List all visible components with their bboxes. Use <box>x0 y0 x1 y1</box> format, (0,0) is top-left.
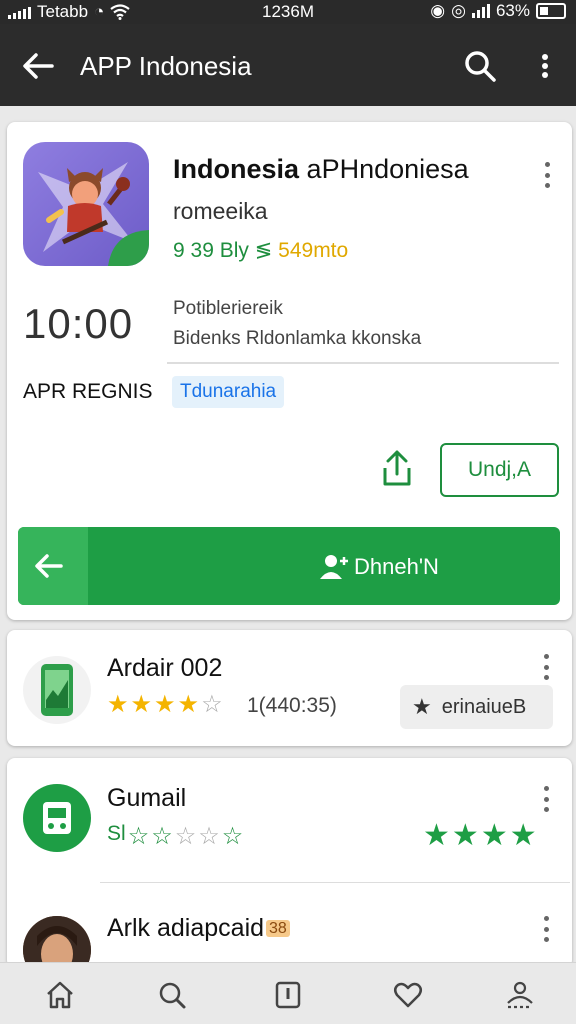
rate-button-label: erinaiueB <box>441 695 527 718</box>
list-group: Gumail Sl ☆ ☆ ☆ ☆ ☆ ★ ★ ★ ★ Arlk adiapca… <box>7 758 572 968</box>
star-icon: ★ <box>423 819 450 852</box>
star-empty-icon: ☆ <box>221 823 244 850</box>
time-display: 10:00 <box>23 300 134 347</box>
star-rating-large: ★ ★ ★ ★ <box>423 818 537 853</box>
cell-signal-icon <box>471 4 490 18</box>
description-line-2: Bidenks Rldonlamka kkonska <box>173 328 422 349</box>
wishlist-icon[interactable] <box>392 979 424 1011</box>
app-name: Indonesia aPHndoniesa <box>173 154 469 184</box>
battery-percent: 63% <box>495 1 530 20</box>
divider <box>167 362 559 364</box>
star-icon: ★ <box>480 819 508 852</box>
list-item-subtitle: Sl <box>107 822 126 845</box>
list-item-title: Gumail <box>107 784 187 812</box>
app-detail-card: Indonesia aPHndoniesa romeeika 9 39 Bly … <box>7 122 572 620</box>
item-menu-icon[interactable] <box>542 654 550 680</box>
star-empty-icon: ☆ <box>201 691 223 718</box>
description-line-1: Potibleriereik <box>173 298 283 319</box>
star-empty-icon: ☆ <box>151 823 173 850</box>
list-item[interactable]: Ardair 002 ★ ★ ★ ★ ☆ 1(440:35) ★ erinaiu… <box>7 630 572 746</box>
badge: 38 <box>266 920 290 938</box>
app-icon <box>23 656 91 724</box>
list-item-title: Ardair 002 <box>107 654 223 682</box>
search-icon[interactable] <box>460 46 500 86</box>
install-button-label: Dhneh'N <box>354 554 439 579</box>
item-menu-icon[interactable] <box>542 916 550 942</box>
install-button-back-section[interactable] <box>18 527 88 605</box>
star-icon: ★ <box>130 691 153 718</box>
star-empty-icon: ☆ <box>198 823 220 850</box>
developer-name[interactable]: romeeika <box>173 198 268 225</box>
app-meta: 9 39 Bly ≶ 549mto <box>173 239 349 262</box>
star-icon: ★ <box>509 819 537 852</box>
star-empty-icon: ☆ <box>174 823 197 850</box>
star-icon: ★ <box>154 691 176 718</box>
person-add-icon <box>320 555 348 579</box>
star-icon: ★ <box>451 819 479 852</box>
sync-icon: ◉ <box>430 1 446 20</box>
star-icon: ★ <box>107 691 129 718</box>
rate-button[interactable]: ★ erinaiueB <box>400 685 553 729</box>
apps-icon[interactable] <box>272 979 304 1011</box>
list-item-title: Arlk adiapcaid 38 <box>107 914 290 943</box>
battery-icon <box>536 3 566 19</box>
rating-count: 1(440:35) <box>247 694 337 717</box>
app-bar: APP Indonesia <box>0 24 576 106</box>
status-right: ◉ ◎ 63% <box>430 1 566 21</box>
bottom-navigation <box>0 962 576 1024</box>
star-rating: ★ ★ ★ ★ ☆ <box>107 690 223 719</box>
status-bar: Tetabb ◔ 1236M ◉ ◎ 63% <box>0 0 576 24</box>
divider <box>100 882 570 883</box>
star-empty-icon: ☆ <box>127 823 150 850</box>
category-label: APR REGNIS <box>23 380 153 403</box>
account-icon[interactable] <box>504 979 536 1011</box>
alarm-icon: ◎ <box>451 1 466 20</box>
home-icon[interactable] <box>44 979 76 1011</box>
page-title: APP Indonesia <box>80 51 252 81</box>
back-arrow-icon[interactable] <box>18 46 58 86</box>
avatar[interactable] <box>23 916 91 968</box>
secondary-action-button[interactable]: Undj,A <box>440 443 559 497</box>
star-icon: ★ <box>412 694 432 719</box>
star-icon: ★ <box>177 691 200 718</box>
card-menu-icon[interactable] <box>543 162 551 188</box>
arrow-left-icon <box>35 554 63 578</box>
install-button[interactable]: Dhneh'N <box>18 527 560 605</box>
item-menu-icon[interactable] <box>542 786 550 812</box>
more-options-icon[interactable] <box>530 46 560 86</box>
search-icon[interactable] <box>156 979 188 1011</box>
share-icon[interactable] <box>377 448 417 490</box>
app-icon[interactable] <box>23 784 91 852</box>
app-icon[interactable] <box>23 142 149 266</box>
star-rating: Sl ☆ ☆ ☆ ☆ ☆ <box>107 822 243 851</box>
tag-chip[interactable]: Tdunarahia <box>172 376 285 408</box>
